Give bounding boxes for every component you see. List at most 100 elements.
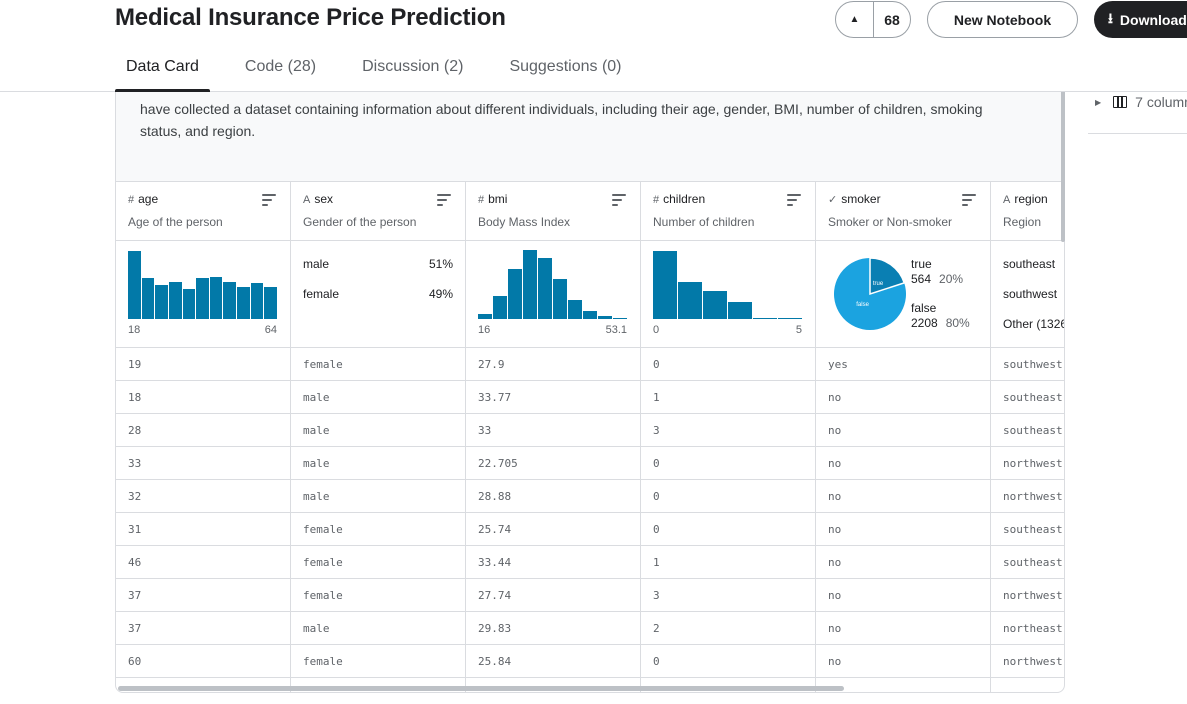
table-cell: 29.83 xyxy=(466,612,640,645)
legend-count: 564 xyxy=(911,272,932,286)
category-row: female 49% xyxy=(303,287,453,301)
page-title: Medical Insurance Price Prediction xyxy=(115,4,506,31)
column-header: Asex Gender of the person xyxy=(291,182,465,241)
table-cell: 3 xyxy=(641,414,815,447)
column-title: ✓ smoker xyxy=(828,192,881,206)
legend-entry: false 2208 80% xyxy=(911,301,970,331)
histogram-bar[interactable] xyxy=(209,276,224,319)
histogram[interactable] xyxy=(653,250,803,319)
table-cell: 31 xyxy=(116,513,290,546)
histogram[interactable] xyxy=(128,250,278,319)
table-cell: no xyxy=(816,480,990,513)
legend-label: false xyxy=(911,301,937,315)
table-cell: 33.77 xyxy=(466,381,640,414)
histogram-bar[interactable] xyxy=(613,318,628,319)
columns-label: 7 columns xyxy=(1135,94,1187,110)
tab-discussion[interactable]: Discussion (2) xyxy=(351,55,474,92)
histogram-bar[interactable] xyxy=(753,317,778,319)
histogram-bar[interactable] xyxy=(598,316,613,319)
histogram-bar[interactable] xyxy=(728,301,753,319)
table-cell: 32 xyxy=(116,480,290,513)
histogram-bar[interactable] xyxy=(568,300,583,319)
tab-suggestions[interactable]: Suggestions (0) xyxy=(498,55,632,92)
vote-count: 68 xyxy=(884,11,900,28)
histogram-bar[interactable] xyxy=(196,277,210,319)
boolean-pie-chart[interactable]: true false xyxy=(834,258,906,330)
histogram-bar[interactable] xyxy=(508,268,523,319)
sort-icon[interactable] xyxy=(437,194,451,206)
sort-icon[interactable] xyxy=(262,194,276,206)
histogram-bar[interactable] xyxy=(223,281,238,319)
legend-percent: 80% xyxy=(945,316,970,330)
sort-icon[interactable] xyxy=(787,194,801,206)
type-icon: # xyxy=(653,194,660,206)
histogram-bar[interactable] xyxy=(237,286,251,319)
columns-summary[interactable]: ▶ 7 columns xyxy=(1088,90,1187,114)
table-cell: male xyxy=(291,480,465,513)
table-cell: 0 xyxy=(641,447,815,480)
histogram-bar[interactable] xyxy=(538,257,553,319)
table-cell: no xyxy=(816,381,990,414)
table-cell: no xyxy=(816,612,990,645)
histogram-bar[interactable] xyxy=(553,278,568,319)
histogram-bar[interactable] xyxy=(583,310,598,319)
category-row: male 51% xyxy=(303,257,453,271)
histogram-bar[interactable] xyxy=(141,277,156,319)
column-description: Gender of the person xyxy=(303,215,417,229)
tab-data-card[interactable]: Data Card xyxy=(115,55,210,92)
table-cell: southeast xyxy=(991,513,1064,546)
table-cell xyxy=(991,678,1064,692)
type-icon: # xyxy=(478,194,485,206)
histogram-bar[interactable] xyxy=(168,281,183,319)
histogram-bar[interactable] xyxy=(523,250,538,319)
table-cell: no xyxy=(816,579,990,612)
table-cell: 33.44 xyxy=(466,546,640,579)
table-cell: 0 xyxy=(641,348,815,381)
download-button[interactable]: ⭳ Download xyxy=(1094,1,1187,38)
data-card: have collected a dataset containing info… xyxy=(115,60,1065,693)
category-label: female xyxy=(303,287,340,301)
histogram-bar[interactable] xyxy=(250,283,265,319)
column-bmi: # bmi Body Mass Index 16 53.1 27.9 33.77 33 22.7… xyxy=(466,182,641,692)
sort-icon[interactable] xyxy=(612,194,626,206)
histogram[interactable] xyxy=(478,250,628,319)
pie-label-true: true xyxy=(873,281,884,287)
table-cell: 1 xyxy=(641,381,815,414)
column-region: Aregion Region southeast southwest Other (13… xyxy=(991,182,1064,692)
tab-code[interactable]: Code (28) xyxy=(234,55,327,92)
histogram-bar[interactable] xyxy=(493,296,508,319)
type-icon: # xyxy=(128,194,135,206)
sort-icon[interactable] xyxy=(962,194,976,206)
histogram-bar[interactable] xyxy=(778,317,803,319)
histogram-bar[interactable] xyxy=(155,284,169,319)
histogram-bar[interactable] xyxy=(182,289,197,319)
histogram-bar[interactable] xyxy=(703,291,728,319)
table-cell: male xyxy=(291,414,465,447)
table-cell: 27.9 xyxy=(466,348,640,381)
column-description: Number of children xyxy=(653,215,755,229)
data-table[interactable]: # age Age of the person 18 64 19 18 28 33 32 31 46 3… xyxy=(116,182,1064,692)
axis-max-label: 64 xyxy=(264,324,277,336)
table-cell: 37 xyxy=(116,612,290,645)
histogram-bar[interactable] xyxy=(653,251,678,319)
histogram-bar[interactable] xyxy=(128,251,142,319)
table-cell: northwest xyxy=(991,480,1064,513)
column-header: # children Number of children xyxy=(641,182,815,241)
table-cell: northeast xyxy=(991,612,1064,645)
histogram-bar[interactable] xyxy=(678,281,703,319)
upvote-button[interactable]: ▲ xyxy=(836,2,874,37)
histogram-bar[interactable] xyxy=(478,314,493,319)
table-cell: 3 xyxy=(641,579,815,612)
horizontal-scrollbar[interactable] xyxy=(118,686,844,691)
column-title: # bmi xyxy=(478,192,507,206)
legend-entry: true 564 20% xyxy=(911,257,963,287)
table-cell: northwest xyxy=(991,579,1064,612)
column-description: Region xyxy=(1003,215,1042,229)
new-notebook-button[interactable]: New Notebook xyxy=(927,1,1078,38)
vertical-scrollbar[interactable] xyxy=(1061,90,1065,242)
category-row: Other (1326) xyxy=(1003,317,1064,331)
table-cell: 0 xyxy=(641,480,815,513)
type-icon: ✓ xyxy=(828,194,838,206)
column-description: Smoker or Non-smoker xyxy=(828,215,953,229)
histogram-bar[interactable] xyxy=(264,286,278,319)
